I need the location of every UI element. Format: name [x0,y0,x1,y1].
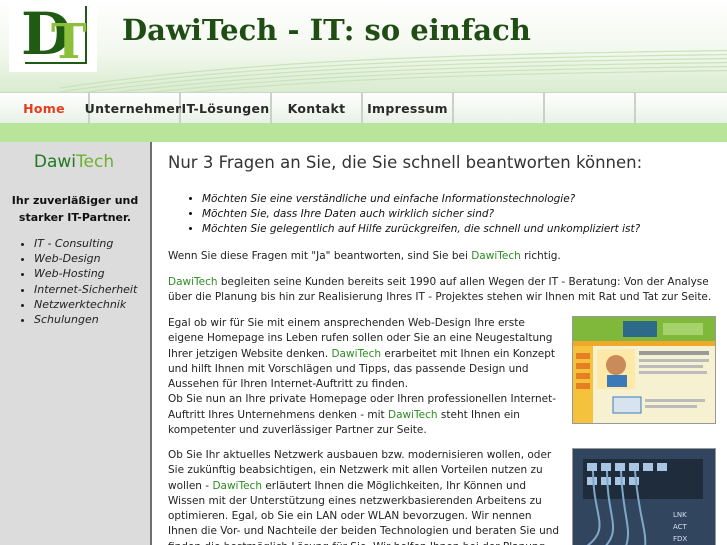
about-paragraph: DawiTech begleiten seine Kunden bereits … [168,275,727,306]
nav-item-empty-2[interactable] [545,93,636,123]
main-content: Nur 3 Fragen an Sie, die Sie schnell bea… [168,142,727,545]
about-text: begleiten seine Kunden bereits seit 1990… [168,276,712,304]
brand-part-dawi: Dawi [33,152,77,172]
nav-item-empty-3[interactable] [636,93,727,123]
intro-text-end: richtig. [520,250,561,262]
brand-highlight: DawiTech [212,479,262,492]
nav-item-kontakt[interactable]: Kontakt [272,93,363,123]
decorative-stripes [60,49,727,92]
brand-highlight: DawiTech [471,250,521,262]
green-band [0,123,727,142]
sidebar: DawiTech Ihr zuverläßiger und starker IT… [0,142,152,545]
webdesign-illustration [573,317,715,423]
network-image: LNK ACT FDX [572,448,716,545]
webdesign-image [572,316,716,424]
brand-highlight: DawiTech [168,276,218,288]
sidebar-brand: DawiTech [0,152,148,172]
brand-highlight: DawiTech [388,408,438,421]
service-item[interactable]: Web-Design [34,251,137,266]
network-paragraph: Ob Sie Ihr aktuelles Netzwerk ausbauen b… [168,448,560,545]
service-item[interactable]: Internet-Sicherheit [34,282,137,297]
intro-paragraph: Wenn Sie diese Fragen mit "Ja" beantwort… [168,249,727,264]
nav-item-impressum[interactable]: Impressum [363,93,454,123]
service-item[interactable]: Schulungen [34,312,137,327]
logo[interactable]: D T [9,0,97,72]
nav-item-empty-1[interactable] [454,93,545,123]
main-navigation: Home Unternehmen IT-Lösungen Kontakt Imp… [0,92,727,124]
webdesign-paragraph: Egal ob wir für Sie mit einem ansprechen… [168,316,560,438]
question-list: Möchten Sie eine verständliche und einfa… [186,192,640,237]
nav-item-it-loesungen[interactable]: IT-Lösungen [181,93,272,123]
sidebar-tagline: Ihr zuverläßiger und starker IT-Partner. [11,194,139,224]
service-item[interactable]: Netzwerktechnik [34,297,137,312]
network-illustration: LNK ACT FDX [573,449,715,545]
svg-text:ACT: ACT [673,523,688,531]
service-list: IT - Consulting Web-Design Web-Hosting I… [12,236,137,327]
question-item: Möchten Sie eine verständliche und einfa… [202,192,640,207]
brand-part-tech: Tech [76,152,115,172]
service-item[interactable]: Web-Hosting [34,266,137,281]
site-header: D T DawiTech - IT: so einfach [0,0,727,92]
logo-letter-t: T [51,14,87,70]
nav-item-unternehmen[interactable]: Unternehmen [85,93,184,123]
page-headline: Nur 3 Fragen an Sie, die Sie schnell bea… [168,153,643,172]
service-item[interactable]: IT - Consulting [34,236,137,251]
question-item: Möchten Sie, dass Ihre Daten auch wirkli… [202,207,640,222]
question-item: Möchten Sie gelegentlich auf Hilfe zurüc… [202,222,640,237]
intro-text: Wenn Sie diese Fragen mit "Ja" beantwort… [168,250,472,262]
svg-text:LNK: LNK [673,511,687,519]
svg-text:FDX: FDX [673,535,687,543]
brand-highlight: DawiTech [331,347,382,360]
site-title: DawiTech - IT: so einfach [122,13,531,47]
nav-item-home[interactable]: Home [0,93,90,123]
